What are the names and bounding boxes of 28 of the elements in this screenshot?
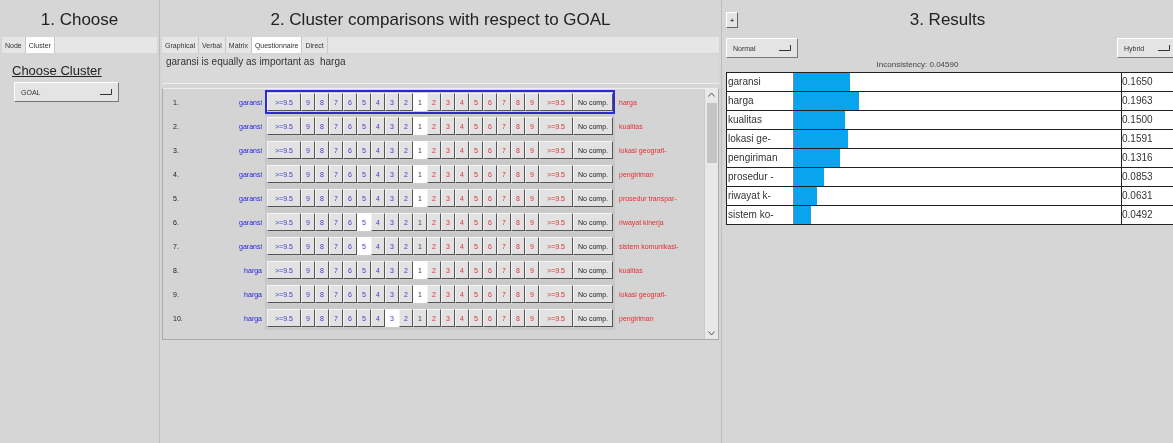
caret-icon — [1158, 45, 1170, 51]
section-heading: Choose Cluster — [12, 63, 103, 78]
priority-value: 0.1963 — [1121, 92, 1173, 110]
priority-value: 0.0492 — [1121, 206, 1173, 224]
panel-title: 2. Cluster comparisons with respect to GOAL — [269, 9, 612, 31]
caret-icon — [100, 89, 112, 95]
result-name: riwayat k- — [726, 187, 794, 205]
priority-value: 0.1500 — [1121, 111, 1173, 129]
priority-value: 0.1591 — [1121, 130, 1173, 148]
panel-title: 3. Results — [908, 10, 987, 30]
result-name: prosedur - — [726, 168, 794, 186]
inconsistency-label: Inconsistency: 0.04590 — [875, 60, 960, 69]
priority-value: 0.0631 — [1121, 187, 1173, 205]
priority-value: 0.1650 — [1121, 73, 1173, 91]
result-name: sistem ko- — [726, 206, 794, 224]
expand-button[interactable]: + — [726, 12, 738, 28]
result-name: harga — [726, 92, 794, 110]
scrollbar[interactable] — [704, 89, 718, 339]
priority-value: 0.1316 — [1121, 149, 1173, 167]
result-name: lokasi ge- — [726, 130, 794, 148]
result-name: kualitas — [726, 111, 794, 129]
comparison-statement: garansi is equally as important as harga — [166, 56, 346, 67]
result-name: garansi — [726, 73, 794, 91]
scrollbar-thumb[interactable] — [707, 103, 717, 163]
priority-value: 0.0853 — [1121, 168, 1173, 186]
caret-icon — [779, 45, 791, 51]
panel-title: 1. Choose — [39, 9, 120, 31]
result-name: pengiriman — [726, 149, 794, 167]
